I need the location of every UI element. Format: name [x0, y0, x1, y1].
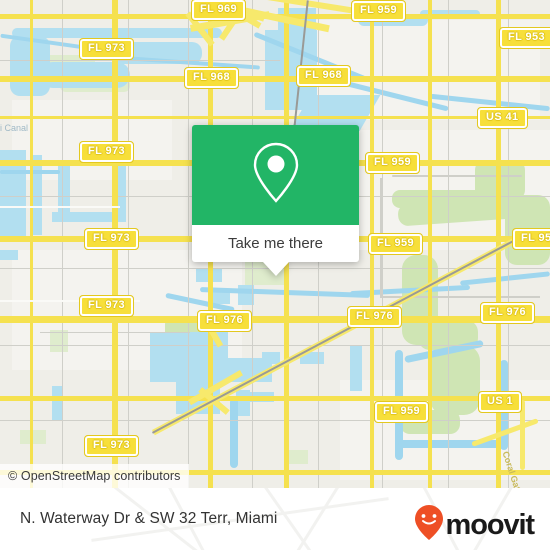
location-title: N. Waterway Dr & SW 32 Terr, Miami — [20, 510, 278, 527]
canal-label: i Canal — [0, 123, 29, 133]
road-shield[interactable]: FL 968 — [183, 67, 240, 89]
location-callout-card[interactable]: Take me there — [192, 125, 359, 276]
road-shield[interactable]: FL 973 — [83, 228, 140, 250]
take-me-there-button[interactable]: Take me there — [192, 225, 359, 262]
road-shield[interactable]: US 41 — [477, 107, 528, 129]
road-shield[interactable]: FL 959 — [364, 152, 421, 174]
road-shield[interactable]: FL 959 — [350, 0, 407, 22]
screenshot-root: i Canal Coral Gate FL 969 FL 959 FL 953 … — [0, 0, 550, 550]
moovit-logo[interactable]: moovit — [414, 504, 536, 547]
road-shield[interactable]: US 1 — [477, 391, 523, 413]
road-shield[interactable]: FL 976 — [196, 310, 253, 332]
callout-header — [192, 125, 359, 225]
road-shield[interactable]: FL 953 — [511, 228, 550, 250]
moovit-pin-smiley-icon — [414, 504, 444, 547]
road-shield[interactable]: FL 959 — [367, 233, 424, 255]
road-shield[interactable]: FL 968 — [295, 65, 352, 87]
map-pin-icon — [249, 140, 303, 211]
moovit-wordmark: moovit — [445, 509, 536, 541]
road-shield[interactable]: FL 973 — [83, 435, 140, 457]
road-shield[interactable]: FL 976 — [479, 302, 536, 324]
road-shield[interactable]: FL 973 — [78, 295, 135, 317]
footer-bar: N. Waterway Dr & SW 32 Terr, Miami moovi… — [0, 488, 550, 550]
road-shield[interactable]: FL 969 — [190, 0, 247, 21]
road-shield[interactable]: FL 976 — [346, 306, 403, 328]
road-shield[interactable]: FL 973 — [78, 141, 135, 163]
callout-pointer — [262, 262, 289, 276]
road-shield[interactable]: FL 973 — [78, 38, 135, 60]
road-shield[interactable]: FL 953 — [498, 27, 550, 49]
map-attribution: © OpenStreetMap contributors — [0, 464, 189, 488]
road-shield[interactable]: FL 959 — [373, 401, 430, 423]
